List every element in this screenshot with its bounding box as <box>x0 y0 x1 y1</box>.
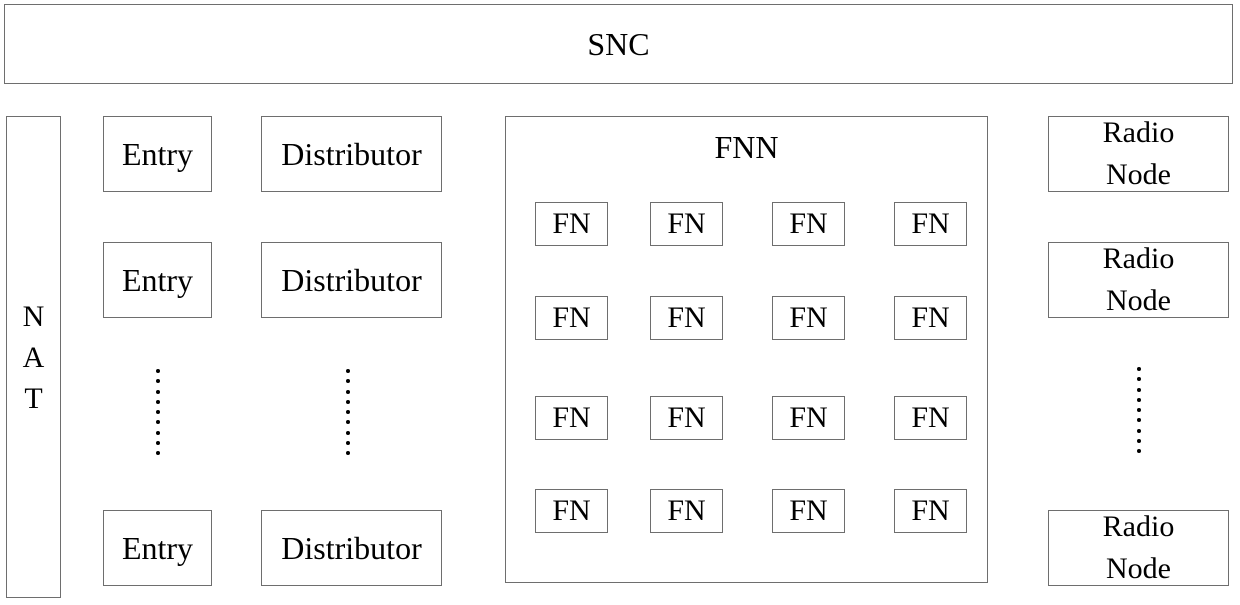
fn-node-box: FN <box>650 202 723 246</box>
radio-node-label-line1: Radio <box>1102 510 1175 543</box>
ellipsis-dot <box>156 369 160 373</box>
ellipsis-dot <box>156 440 160 445</box>
fn-node-box: FN <box>894 296 967 340</box>
ellipsis-dot <box>346 399 350 404</box>
fn-node-label: FN <box>667 301 706 334</box>
distributor-label: Distributor <box>281 530 422 566</box>
nat-letter: T <box>24 381 43 415</box>
radio-node-label-line2: Node <box>1106 284 1171 317</box>
fn-node-box: FN <box>772 489 845 533</box>
radio-node-box: Radio Node <box>1048 510 1229 586</box>
ellipsis-dot <box>346 420 350 425</box>
entry-box: Entry <box>103 510 212 586</box>
fn-node-label: FN <box>911 494 950 527</box>
ellipsis-dot <box>1137 367 1141 371</box>
distributor-label: Distributor <box>281 136 422 172</box>
ellipsis-dot <box>346 430 350 435</box>
nat-letter: A <box>22 340 45 374</box>
radio-node-box: Radio Node <box>1048 242 1229 318</box>
distributor-ellipsis-dots <box>346 369 352 455</box>
radio-node-ellipsis-dots <box>1137 367 1143 453</box>
fn-node-label: FN <box>789 401 828 434</box>
entry-box: Entry <box>103 116 212 192</box>
radio-node-box: Radio Node <box>1048 116 1229 192</box>
fn-node-label: FN <box>552 207 591 240</box>
ellipsis-dot <box>346 369 350 373</box>
fn-node-label: FN <box>789 207 828 240</box>
entry-label: Entry <box>121 530 194 566</box>
ellipsis-dot <box>346 389 350 394</box>
fn-node-label: FN <box>667 401 706 434</box>
entry-ellipsis-dots <box>156 369 162 455</box>
ellipsis-dot <box>346 451 350 455</box>
ellipsis-dot <box>156 451 160 455</box>
fn-node-box: FN <box>772 296 845 340</box>
ellipsis-dot <box>156 420 160 425</box>
ellipsis-dot <box>156 389 160 394</box>
radio-node-label-line1: Radio <box>1102 116 1175 149</box>
radio-node-label-line1: Radio <box>1102 242 1175 275</box>
fn-node-label: FN <box>552 494 591 527</box>
fn-node-box: FN <box>535 202 608 246</box>
fn-node-box: FN <box>650 396 723 440</box>
entry-box: Entry <box>103 242 212 318</box>
ellipsis-dot <box>156 430 160 435</box>
ellipsis-dot <box>346 410 350 414</box>
fn-node-label: FN <box>911 301 950 334</box>
ellipsis-dot <box>1137 377 1141 382</box>
fnn-title: FNN <box>714 129 779 165</box>
fn-node-box: FN <box>535 296 608 340</box>
ellipsis-dot <box>1137 408 1141 412</box>
radio-node-label-line2: Node <box>1106 552 1171 585</box>
ellipsis-dot <box>1137 428 1141 433</box>
ellipsis-dot <box>346 440 350 445</box>
distributor-box: Distributor <box>261 116 442 192</box>
ellipsis-dot <box>1137 397 1141 402</box>
fn-node-label: FN <box>667 494 706 527</box>
fn-node-label: FN <box>789 301 828 334</box>
ellipsis-dot <box>156 410 160 414</box>
distributor-box: Distributor <box>261 510 442 586</box>
fn-node-label: FN <box>789 494 828 527</box>
distributor-label: Distributor <box>281 262 422 298</box>
fn-node-box: FN <box>894 489 967 533</box>
fn-node-box: FN <box>650 489 723 533</box>
fn-node-label: FN <box>667 207 706 240</box>
nat-box: N A T <box>6 116 61 598</box>
ellipsis-dot <box>1137 418 1141 423</box>
fn-node-box: FN <box>772 202 845 246</box>
distributor-box: Distributor <box>261 242 442 318</box>
nat-label: N A T <box>23 296 45 419</box>
fn-node-box: FN <box>535 489 608 533</box>
ellipsis-dot <box>156 399 160 404</box>
fn-node-box: FN <box>772 396 845 440</box>
fn-node-box: FN <box>894 396 967 440</box>
ellipsis-dot <box>1137 449 1141 453</box>
ellipsis-dot <box>1137 438 1141 443</box>
radio-node-label-line2: Node <box>1106 158 1171 191</box>
ellipsis-dot <box>1137 387 1141 392</box>
snc-box: SNC <box>4 4 1233 84</box>
fn-node-label: FN <box>911 401 950 434</box>
fn-node-box: FN <box>535 396 608 440</box>
entry-label: Entry <box>121 262 194 298</box>
fn-node-label: FN <box>552 301 591 334</box>
ellipsis-dot <box>346 379 350 384</box>
fn-node-label: FN <box>552 401 591 434</box>
nat-letter: N <box>22 299 45 333</box>
fn-node-box: FN <box>894 202 967 246</box>
entry-label: Entry <box>121 136 194 172</box>
fn-node-label: FN <box>911 207 950 240</box>
snc-label: SNC <box>587 26 650 62</box>
fn-node-box: FN <box>650 296 723 340</box>
ellipsis-dot <box>156 379 160 384</box>
